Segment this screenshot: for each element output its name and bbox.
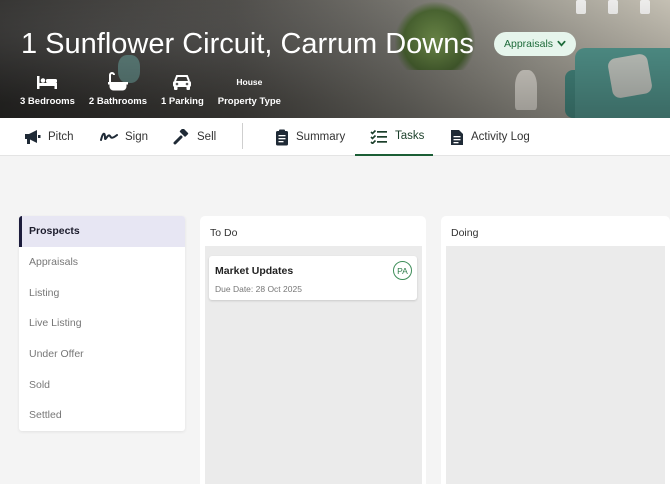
checklist-icon (370, 129, 388, 144)
status-dropdown[interactable]: Appraisals (494, 32, 577, 56)
feature-label: 3 Bedrooms (20, 96, 75, 107)
stage-settled[interactable]: Settled (19, 400, 185, 431)
stage-under-offer[interactable]: Under Offer (19, 339, 185, 370)
task-card[interactable]: Market Updates Due Date: 28 Oct 2025 PA (209, 256, 417, 300)
megaphone-icon (23, 129, 41, 145)
tab-pitch[interactable]: Pitch (23, 118, 74, 156)
feature-bedrooms: 3 Bedrooms (20, 70, 75, 107)
todo-column: To Do Market Updates Due Date: 28 Oct 20… (200, 216, 426, 484)
feature-bathrooms: 2 Bathrooms (89, 70, 147, 107)
doing-drop-zone[interactable] (446, 246, 665, 484)
property-type-value: House (236, 77, 263, 87)
feature-label: 2 Bathrooms (88, 96, 147, 107)
clipboard-icon (275, 129, 289, 146)
tab-label: Pitch (48, 131, 74, 143)
feature-label: 1 Parking (160, 96, 204, 107)
feature-label: Property Type (217, 96, 281, 107)
tab-label: Summary (296, 131, 346, 143)
column-title: Doing (451, 227, 479, 239)
status-label: Appraisals (504, 38, 554, 50)
tab-sign[interactable]: Sign (100, 118, 148, 156)
gavel-icon (173, 128, 190, 146)
feature-parking: 1 Parking (161, 70, 204, 107)
property-features: 3 Bedrooms 2 Bathrooms 1 Parking House P… (20, 70, 281, 107)
todo-drop-zone[interactable]: Market Updates Due Date: 28 Oct 2025 PA (205, 246, 422, 484)
tab-label: Sell (197, 131, 217, 143)
feature-property-type: House Property Type (218, 70, 281, 107)
car-icon (171, 70, 193, 94)
tab-label: Tasks (395, 130, 425, 142)
stage-live-listing[interactable]: Live Listing (19, 308, 185, 339)
doing-column: Doing (441, 216, 670, 484)
task-title: Market Updates (215, 265, 294, 277)
stage-list: Prospects Appraisals Listing Live Listin… (19, 216, 185, 431)
property-address: 1 Sunflower Circuit, Carrum Downs (21, 28, 474, 60)
assignee-avatar[interactable]: PA (393, 261, 412, 280)
stage-listing[interactable]: Listing (19, 277, 185, 308)
tab-tasks[interactable]: Tasks (355, 118, 433, 156)
tab-sell[interactable]: Sell (173, 118, 216, 156)
chevron-down-icon (557, 39, 566, 50)
bed-icon (36, 70, 58, 94)
property-hero: 1 Sunflower Circuit, Carrum Downs Apprai… (0, 0, 670, 118)
document-icon (450, 129, 464, 146)
bath-icon (107, 70, 129, 94)
signature-icon (100, 130, 118, 144)
task-due-date: Due Date: 28 Oct 2025 (215, 284, 302, 294)
stage-sold[interactable]: Sold (19, 369, 185, 400)
stage-appraisals[interactable]: Appraisals (19, 247, 185, 278)
tab-label: Sign (125, 131, 149, 143)
tab-activity-log[interactable]: Activity Log (450, 118, 530, 156)
tab-summary[interactable]: Summary (275, 118, 345, 156)
property-tabs: Pitch Sign Sell Summary Tasks Activity L… (0, 118, 670, 156)
stage-prospects[interactable]: Prospects (19, 216, 185, 247)
tab-divider (242, 123, 243, 149)
column-title: To Do (210, 227, 238, 239)
tab-label: Activity Log (471, 131, 530, 143)
